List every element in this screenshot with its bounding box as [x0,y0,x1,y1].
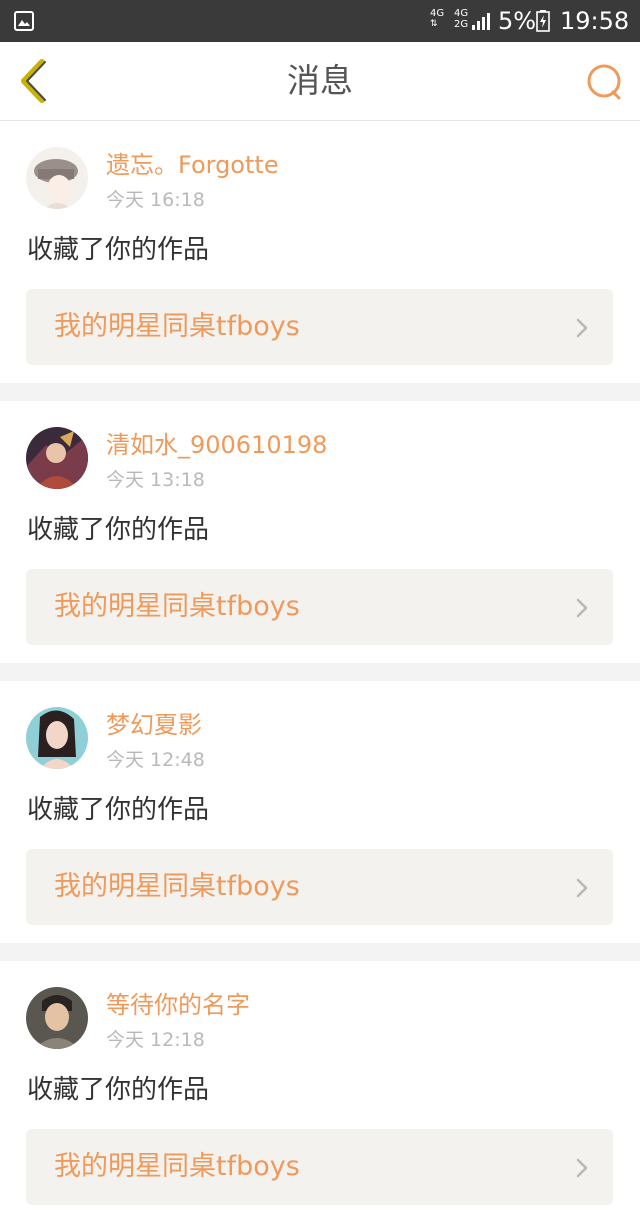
username[interactable]: 梦幻夏影 [106,709,202,741]
gallery-icon [14,11,34,31]
battery-charging-icon [536,10,550,32]
timestamp: 今天 13:18 [106,469,205,491]
avatar[interactable] [26,427,88,489]
action-text: 收藏了你的作品 [27,235,210,265]
action-text: 收藏了你的作品 [27,515,210,545]
clock: 19:58 [560,7,630,35]
page-title: 消息 [287,61,353,100]
separator [0,663,640,681]
work-link[interactable]: 我的明星同桌tfboys [26,289,613,365]
app-header: 消息 [0,42,640,121]
message-card: 梦幻夏影 今天 12:48 收藏了你的作品 我的明星同桌tfboys [0,681,640,943]
chevron-right-icon [576,878,588,898]
action-text: 收藏了你的作品 [27,1075,210,1105]
chevron-right-icon [576,1158,588,1178]
username[interactable]: 等待你的名字 [106,989,250,1021]
work-title: 我的明星同桌tfboys [54,311,300,342]
search-icon[interactable] [584,62,624,102]
work-title: 我的明星同桌tfboys [54,1151,300,1182]
action-text: 收藏了你的作品 [27,795,210,825]
chevron-right-icon [576,598,588,618]
work-link[interactable]: 我的明星同桌tfboys [26,849,613,925]
timestamp: 今天 12:48 [106,749,205,771]
avatar[interactable] [26,707,88,769]
message-card: 遗忘。Forgotte 今天 16:18 收藏了你的作品 我的明星同桌tfboy… [0,121,640,383]
avatar[interactable] [26,147,88,209]
username[interactable]: 清如水_900610198 [106,429,327,461]
message-list: 遗忘。Forgotte 今天 16:18 收藏了你的作品 我的明星同桌tfboy… [0,121,640,1223]
network-type-2: 4G 2G [454,8,469,30]
timestamp: 今天 12:18 [106,1029,205,1051]
timestamp: 今天 16:18 [106,189,205,211]
battery-percent: 5% [498,7,537,35]
username[interactable]: 遗忘。Forgotte [106,149,279,181]
separator [0,943,640,961]
status-bar: 4G ⇅ 4G 2G 5% 19:58 [0,0,640,42]
network-type-1: 4G ⇅ [430,8,445,29]
work-link[interactable]: 我的明星同桌tfboys [26,569,613,645]
work-title: 我的明星同桌tfboys [54,871,300,902]
message-card: 清如水_900610198 今天 13:18 收藏了你的作品 我的明星同桌tfb… [0,401,640,663]
avatar[interactable] [26,987,88,1049]
chevron-right-icon [576,318,588,338]
message-card: 等待你的名字 今天 12:18 收藏了你的作品 我的明星同桌tfboys [0,961,640,1223]
separator [0,383,640,401]
signal-icon [472,13,490,30]
work-link[interactable]: 我的明星同桌tfboys [26,1129,613,1205]
work-title: 我的明星同桌tfboys [54,591,300,622]
